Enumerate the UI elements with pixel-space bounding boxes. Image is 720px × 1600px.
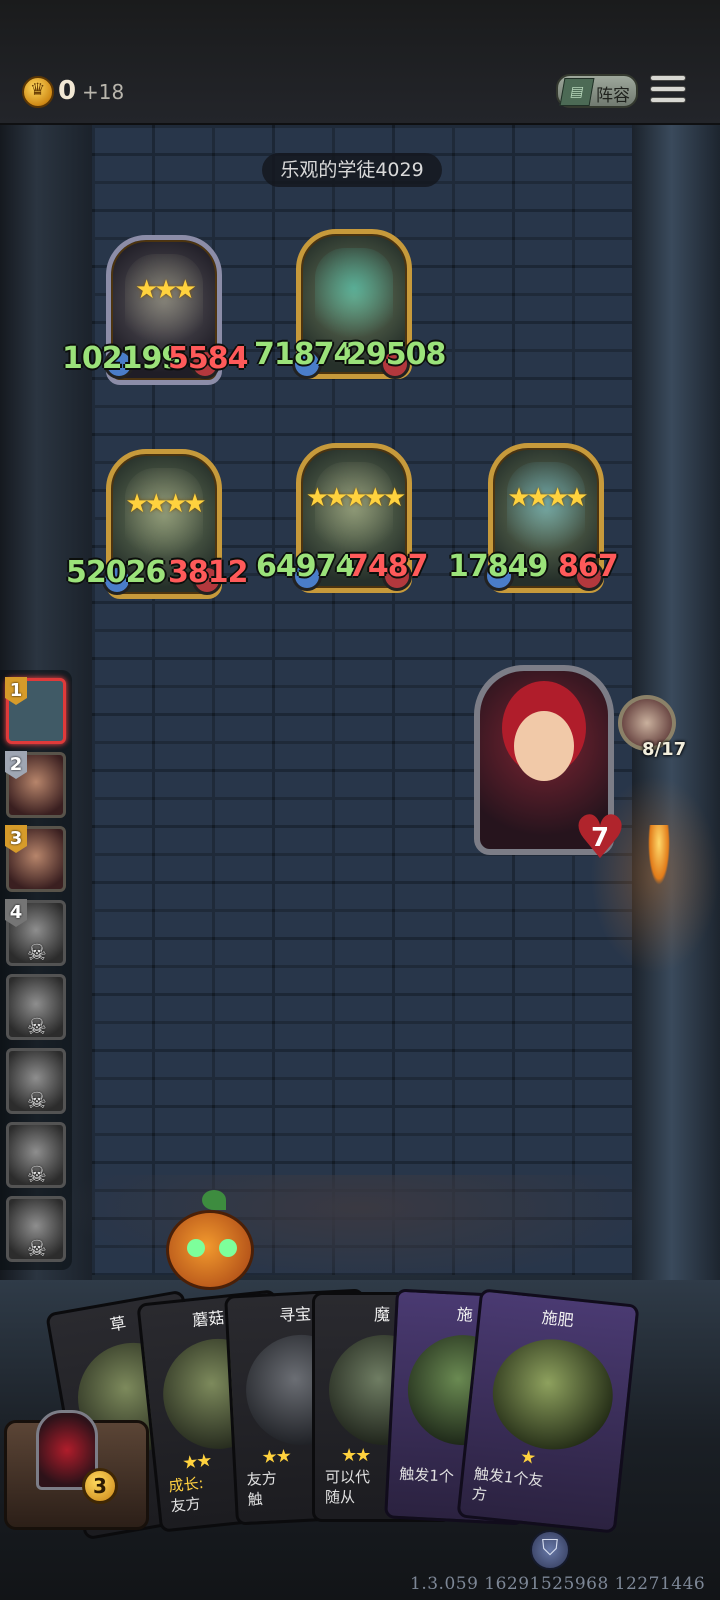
card-stars: ★★	[341, 1445, 371, 1466]
shield-icon[interactable]: ⛉	[530, 1530, 570, 1570]
book-icon: ▤	[559, 78, 595, 106]
skull-icon: ☠	[27, 1163, 47, 1188]
skull-icon: ☠	[27, 941, 47, 966]
torch-flame-icon	[648, 825, 670, 885]
roster-slot[interactable]: ☠	[6, 1196, 66, 1262]
turn-counter: 8/17	[642, 739, 687, 760]
roster-slot[interactable]: 3	[5, 825, 66, 892]
enemy-attack: 64974	[256, 549, 356, 584]
enemy-health: 3812	[168, 555, 248, 590]
card-description: 触发1个友 方	[471, 1464, 545, 1505]
gold-coin-icon	[22, 76, 54, 108]
hamburger-menu-icon[interactable]	[650, 72, 686, 108]
skull-icon: ☠	[27, 1015, 47, 1040]
enemy-attack: 102199	[62, 341, 182, 376]
enemy-attack: 17849	[448, 549, 548, 584]
crown-icon: ♔	[532, 681, 558, 714]
battle-board: 乐观的学徒4029 ★★★ 102199 5584 71874 29508 ★★…	[0, 125, 720, 1315]
star-rating: ★★★★★	[305, 483, 407, 513]
enemy-health: 867	[558, 549, 619, 584]
hero-health-value: 7	[590, 823, 610, 853]
pumpkin-leaf	[202, 1190, 226, 1210]
card-stars: ★★	[181, 1450, 212, 1474]
gold-income: +18	[82, 80, 125, 104]
roster-slot[interactable]: ☠	[6, 1048, 66, 1114]
rank-badge: 4	[5, 899, 27, 927]
rank-badge: 1	[5, 677, 27, 705]
card-stars: ★★	[261, 1445, 291, 1469]
team-lineup-label: 阵容	[596, 86, 630, 106]
enemy-health: 29508	[346, 337, 446, 372]
star-rating: ★★★★	[507, 483, 588, 513]
card-title: 施肥	[540, 1307, 575, 1331]
bat-ledge	[60, 1175, 660, 1285]
skull-icon: ☠	[27, 1237, 47, 1262]
card-stars: ★	[518, 1446, 536, 1469]
card-art	[487, 1333, 619, 1456]
star-rating: ★★★★	[125, 489, 206, 519]
rank-badge: 3	[5, 825, 27, 853]
enemy-health: 7487	[348, 549, 428, 584]
pumpkin-pet-icon[interactable]	[166, 1210, 254, 1290]
rank-badge: 2	[5, 751, 27, 779]
version-text: 1.3.059 16291525968 12271446	[410, 1574, 706, 1594]
hand-card[interactable]: 施肥 ★ 触发1个友 方	[456, 1288, 640, 1534]
top-bar: 0 +18 ▤ 阵容	[0, 0, 720, 125]
team-lineup-button[interactable]: ▤ 阵容	[556, 74, 638, 108]
gold-amount: 0	[58, 76, 77, 106]
roster-slot[interactable]: 1	[5, 677, 66, 744]
enemy-attack: 52026	[66, 555, 166, 590]
hero-face	[514, 711, 574, 781]
roster-slot[interactable]: 2	[5, 751, 66, 818]
enemy-attack: 71874	[254, 337, 354, 372]
roster-slot[interactable]: ☠	[6, 1122, 66, 1188]
enemy-health: 5584	[168, 341, 248, 376]
star-rating: ★★★	[135, 275, 197, 305]
roster-slot[interactable]: 4 ☠	[5, 899, 66, 966]
opponent-name: 乐观的学徒4029	[262, 153, 442, 187]
roster-slot[interactable]: ☠	[6, 974, 66, 1040]
skull-icon: ☠	[27, 1089, 47, 1114]
deck-count: 3	[82, 1468, 118, 1504]
hero-health: ♥ 7	[572, 808, 628, 868]
enemy-portrait	[315, 248, 393, 348]
